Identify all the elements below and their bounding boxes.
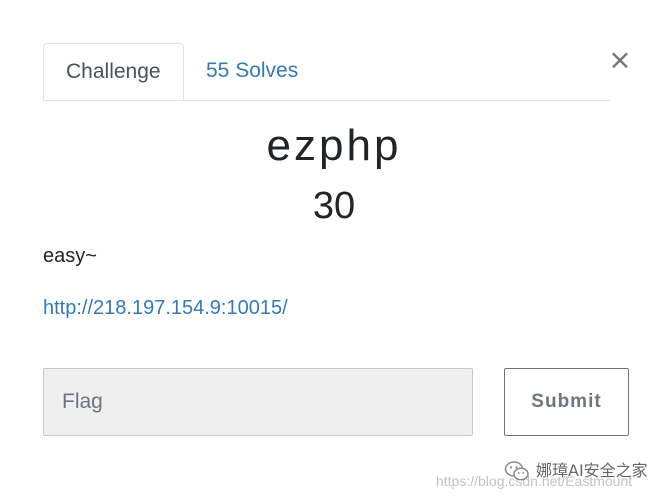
wechat-icon [504,461,529,481]
flag-input[interactable] [43,368,473,436]
challenge-description: easy~ [43,245,97,267]
submit-button[interactable]: Submit [504,368,629,436]
challenge-modal: Challenge 55 Solves × ezphp 30 easy~ htt… [0,0,668,500]
tab-bar: Challenge 55 Solves [43,43,610,101]
challenge-title: ezphp [266,121,402,170]
tab-challenge[interactable]: Challenge [43,43,184,100]
watermark: https://blog.csdn.net/Eastmount 娜璋AI安全之家 [436,458,661,489]
challenge-points: 30 [312,185,356,227]
close-button[interactable]: × [608,46,632,74]
challenge-link[interactable]: http://218.197.154.9:10015/ [43,294,288,322]
watermark-name: 娜璋AI安全之家 [536,461,648,480]
tab-solves[interactable]: 55 Solves [184,43,320,99]
